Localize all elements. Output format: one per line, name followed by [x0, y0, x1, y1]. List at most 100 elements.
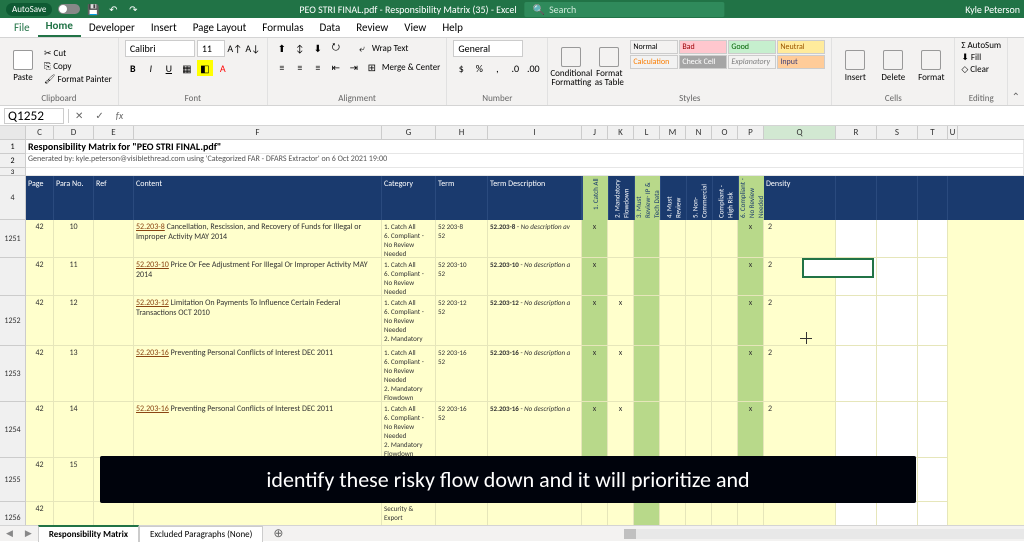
decrease-font-icon[interactable]: A↓: [245, 41, 261, 57]
cell[interactable]: [712, 258, 738, 296]
cell[interactable]: 15: [54, 458, 94, 502]
style-good[interactable]: Good: [728, 40, 776, 54]
cell[interactable]: x: [582, 346, 608, 402]
row-header[interactable]: 1251: [0, 220, 26, 258]
cell[interactable]: 11: [54, 258, 94, 296]
cell[interactable]: [660, 402, 686, 458]
align-bottom-icon[interactable]: ⬇: [310, 40, 326, 56]
cell[interactable]: 52.203-16 - No description a: [488, 346, 582, 402]
cancel-icon[interactable]: ✕: [69, 109, 89, 122]
cell[interactable]: [686, 502, 712, 525]
cell[interactable]: [634, 220, 660, 258]
tab-insert[interactable]: Insert: [143, 18, 185, 37]
dec-decimal-icon[interactable]: .00: [525, 60, 541, 76]
col-header[interactable]: R: [836, 126, 877, 139]
clear-button[interactable]: ◇Clear: [961, 64, 1001, 75]
cell[interactable]: [686, 220, 712, 258]
cell[interactable]: 52.203-12 Limitation On Payments To Infl…: [134, 296, 382, 346]
cell[interactable]: [877, 402, 918, 458]
table-row[interactable]: 1254421452.203-16 Preventing Personal Co…: [0, 402, 1024, 458]
cell[interactable]: 42: [26, 502, 54, 525]
cell[interactable]: [918, 502, 948, 525]
align-top-icon[interactable]: ⬆: [274, 40, 290, 56]
format-cells-button[interactable]: Format: [914, 40, 948, 93]
cell[interactable]: 42: [26, 296, 54, 346]
cell[interactable]: 1. Catch All6. Compliant - No Review Nee…: [382, 258, 436, 296]
cell[interactable]: [94, 296, 134, 346]
col-header[interactable]: S: [877, 126, 918, 139]
cell[interactable]: [634, 296, 660, 346]
cell[interactable]: [918, 402, 948, 458]
cell[interactable]: 10: [54, 220, 94, 258]
cell[interactable]: [94, 258, 134, 296]
table-row[interactable]: 125642Security & Export: [0, 502, 1024, 525]
cell[interactable]: 52.203-10 - No description a: [488, 258, 582, 296]
table-row[interactable]: 1253421352.203-16 Preventing Personal Co…: [0, 346, 1024, 402]
cell[interactable]: [608, 220, 634, 258]
italic-button[interactable]: I: [143, 60, 159, 76]
cell[interactable]: [877, 346, 918, 402]
cell[interactable]: x: [608, 346, 634, 402]
tab-data[interactable]: Data: [312, 18, 349, 37]
autosave-toggle[interactable]: [58, 4, 80, 14]
percent-icon[interactable]: %: [471, 60, 487, 76]
tab-home[interactable]: Home: [38, 16, 81, 37]
cell[interactable]: x: [608, 402, 634, 458]
cell[interactable]: x: [738, 296, 764, 346]
fx-icon[interactable]: fx: [110, 109, 129, 122]
cell[interactable]: 2: [764, 402, 836, 458]
tab-nav-prev-icon[interactable]: ◀: [0, 528, 19, 539]
delete-cells-button[interactable]: Delete: [876, 40, 910, 93]
cell[interactable]: [608, 502, 634, 525]
cell[interactable]: [686, 402, 712, 458]
align-middle-icon[interactable]: ↕: [292, 40, 308, 56]
cell[interactable]: [660, 220, 686, 258]
cell[interactable]: [836, 258, 877, 296]
col-header[interactable]: N: [686, 126, 712, 139]
col-header[interactable]: C: [26, 126, 54, 139]
col-header[interactable]: H: [436, 126, 488, 139]
row-header[interactable]: 1: [0, 140, 26, 154]
cell[interactable]: 1. Catch All6. Compliant - No Review Nee…: [382, 346, 436, 402]
align-right-icon[interactable]: ≡: [310, 59, 326, 75]
align-center-icon[interactable]: ≡: [292, 59, 308, 75]
cell[interactable]: [877, 220, 918, 258]
orientation-icon[interactable]: ⭮: [328, 40, 344, 56]
cell[interactable]: x: [582, 258, 608, 296]
cell[interactable]: 42: [26, 458, 54, 502]
cell[interactable]: 42: [26, 220, 54, 258]
format-as-table-button[interactable]: Format as Table: [592, 40, 626, 93]
cell[interactable]: 52.203-12 - No description a: [488, 296, 582, 346]
cell[interactable]: 42: [26, 346, 54, 402]
cell[interactable]: 12: [54, 296, 94, 346]
comma-icon[interactable]: ,: [489, 60, 505, 76]
cell[interactable]: [660, 296, 686, 346]
number-format-select[interactable]: [453, 40, 523, 57]
row-header[interactable]: 3: [0, 168, 26, 176]
row-header[interactable]: 2: [0, 154, 26, 168]
tab-help[interactable]: Help: [434, 18, 471, 37]
search-box[interactable]: 🔍 Search: [525, 2, 725, 17]
row-header[interactable]: 1253: [0, 346, 26, 402]
row-header[interactable]: 1255: [0, 458, 26, 502]
font-name-input[interactable]: [125, 40, 195, 57]
cell[interactable]: 52.203-8 Cancellation, Rescission, and R…: [134, 220, 382, 258]
bold-button[interactable]: B: [125, 60, 141, 76]
style-bad[interactable]: Bad: [679, 40, 727, 54]
col-header[interactable]: E: [94, 126, 134, 139]
cell[interactable]: [686, 346, 712, 402]
cell[interactable]: [94, 220, 134, 258]
align-left-icon[interactable]: ≡: [274, 59, 290, 75]
cell[interactable]: 42: [26, 258, 54, 296]
select-all-corner[interactable]: [0, 126, 26, 139]
cell[interactable]: x: [608, 296, 634, 346]
format-painter-button[interactable]: 🖌Format Painter: [44, 74, 112, 85]
col-header[interactable]: L: [634, 126, 660, 139]
sheet-tab-excluded[interactable]: Excluded Paragraphs (None): [139, 526, 263, 542]
col-header[interactable]: Q: [764, 126, 836, 139]
cell[interactable]: [712, 346, 738, 402]
cell[interactable]: 52 203-1052: [436, 258, 488, 296]
cell[interactable]: x: [738, 258, 764, 296]
cell[interactable]: [712, 220, 738, 258]
cell[interactable]: 52.203-16 - No description a: [488, 402, 582, 458]
